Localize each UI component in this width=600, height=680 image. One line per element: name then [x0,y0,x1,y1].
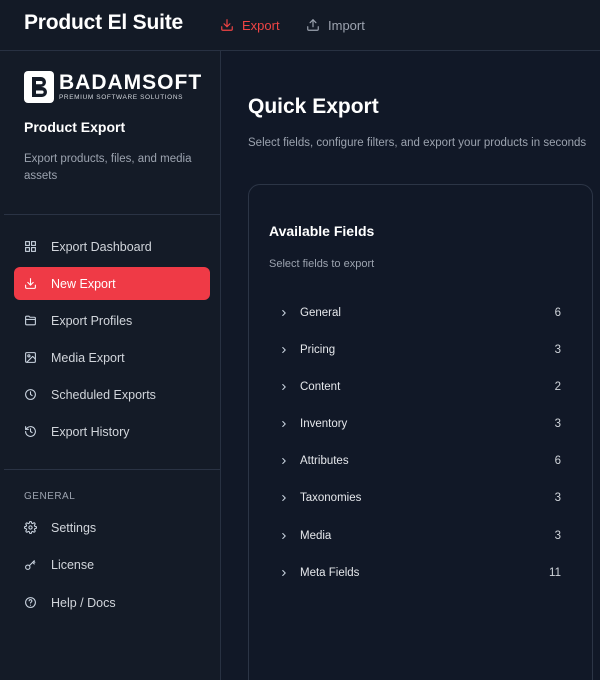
sidebar-item-settings[interactable]: Settings [14,511,210,544]
sidebar-item-label: Export Dashboard [51,239,152,254]
chevron-right-icon [282,457,286,465]
tab-export[interactable]: Export [220,15,280,35]
chevron-right-icon [282,420,286,428]
folder-icon [25,315,36,326]
field-group-name: Content [300,381,341,393]
download-icon [221,19,233,31]
sidebar-item-media-export[interactable]: Media Export [14,341,210,374]
card-title: Available Fields [269,223,375,239]
field-group-meta-fields[interactable]: Meta Fields 11 [279,561,561,585]
chevron-right-icon [282,309,286,317]
field-group-general[interactable]: General 6 [279,301,561,325]
sidebar-item-help-docs[interactable]: Help / Docs [14,586,210,619]
sidebar-item-label: Media Export [51,350,125,365]
field-group-name: Meta Fields [300,567,360,579]
field-group-count: 6 [554,307,561,319]
sidebar-title: Product Export [24,119,126,135]
badamsoft-logo-icon [24,71,54,103]
card-subtitle: Select fields to export [269,258,375,270]
clock-icon [25,389,36,400]
sidebar-item-label: Scheduled Exports [51,387,156,402]
gear-icon [24,521,37,534]
sidebar-item-label: New Export [51,276,116,291]
tab-export-label: Export [242,17,280,33]
chevron-right-icon [282,494,286,502]
field-group-name: Media [300,530,332,542]
field-group-content[interactable]: Content 2 [279,375,561,399]
section-label-general: GENERAL [24,491,76,502]
page-subtitle: Select fields, configure filters, and ex… [248,137,587,149]
field-group-count: 11 [549,567,561,579]
field-group-inventory[interactable]: Inventory 3 [279,412,561,436]
field-group-count: 6 [554,455,561,467]
sidebar-item-new-export[interactable]: New Export [14,267,210,300]
sidebar-item-scheduled-exports[interactable]: Scheduled Exports [14,378,210,411]
tab-import[interactable]: Import [306,15,365,35]
upload-icon [307,19,319,31]
grid-icon [25,241,36,252]
sidebar: BADAMSOFT PREMIUM SOFTWARE SOLUTIONS Pro… [0,51,221,680]
sidebar-item-export-profiles[interactable]: Export Profiles [14,304,210,337]
field-group-count: 2 [554,381,561,393]
sidebar-item-label: Export History [51,424,130,439]
sidebar-item-label: Settings [51,520,97,535]
sidebar-divider [4,214,220,215]
page-title: Quick Export [248,95,379,118]
logo-tagline: PREMIUM SOFTWARE SOLUTIONS [59,93,184,101]
logo-name: BADAMSOFT [59,70,203,94]
image-icon [25,352,36,363]
chevron-right-icon [282,346,286,354]
field-group-name: Taxonomies [300,492,362,504]
sidebar-item-license[interactable]: License [14,548,210,581]
tab-import-label: Import [328,17,365,33]
top-bar: Product El Suite Export Import [0,0,600,51]
field-group-name: Attributes [300,455,349,467]
field-group-count: 3 [554,418,561,430]
chevron-right-icon [282,532,286,540]
chevron-right-icon [282,383,286,391]
history-icon [25,426,36,437]
help-icon [25,597,36,608]
sidebar-item-export-history[interactable]: Export History [14,415,210,448]
sidebar-item-label: License [51,557,95,572]
available-fields-card: Available Fields Select fields to export… [248,184,593,680]
field-group-attributes[interactable]: Attributes 6 [279,449,561,473]
chevron-right-icon [282,569,286,577]
field-group-taxonomies[interactable]: Taxonomies 3 [279,486,561,510]
key-icon [25,560,36,570]
app-title: Product El Suite [24,11,183,34]
sidebar-item-label: Export Profiles [51,313,133,328]
field-group-pricing[interactable]: Pricing 3 [279,338,561,362]
sidebar-item-label: Help / Docs [51,595,116,610]
field-group-media[interactable]: Media 3 [279,524,561,548]
field-group-name: Pricing [300,344,336,356]
sidebar-divider [4,469,220,470]
logo: BADAMSOFT PREMIUM SOFTWARE SOLUTIONS [24,71,202,103]
field-group-count: 3 [554,530,561,542]
field-group-name: General [300,307,341,319]
field-group-name: Inventory [300,418,348,430]
field-group-count: 3 [554,492,561,504]
sidebar-item-export-dashboard[interactable]: Export Dashboard [14,230,210,263]
sidebar-description: Export products, files, and media assets [24,153,192,182]
download-icon [25,278,36,289]
field-group-count: 3 [554,344,561,356]
